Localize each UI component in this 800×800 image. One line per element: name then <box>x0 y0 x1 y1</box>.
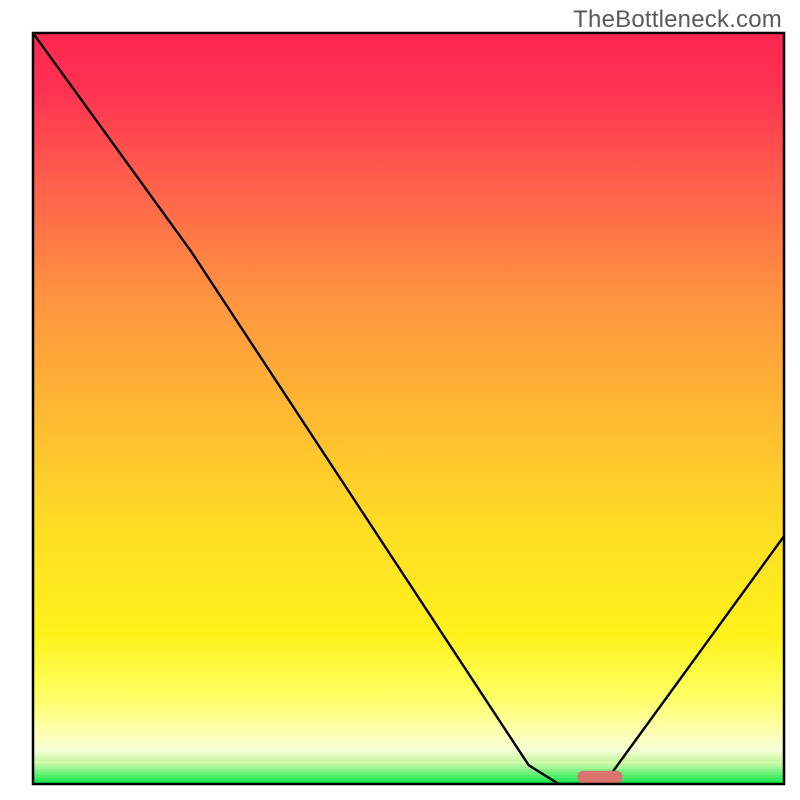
chart-container: TheBottleneck.com <box>0 0 800 800</box>
watermark-text: TheBottleneck.com <box>573 6 782 34</box>
chart-svg <box>0 0 800 800</box>
optimal-marker <box>577 771 622 784</box>
gradient-background <box>33 33 784 784</box>
